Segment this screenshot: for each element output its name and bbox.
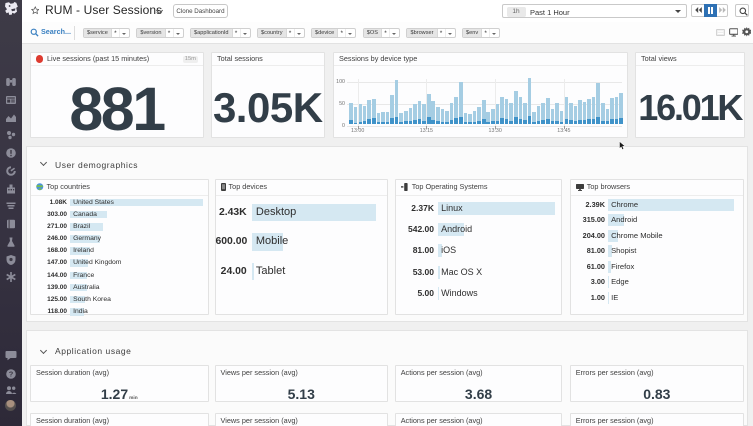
svg-text:?: ? — [9, 369, 14, 378]
